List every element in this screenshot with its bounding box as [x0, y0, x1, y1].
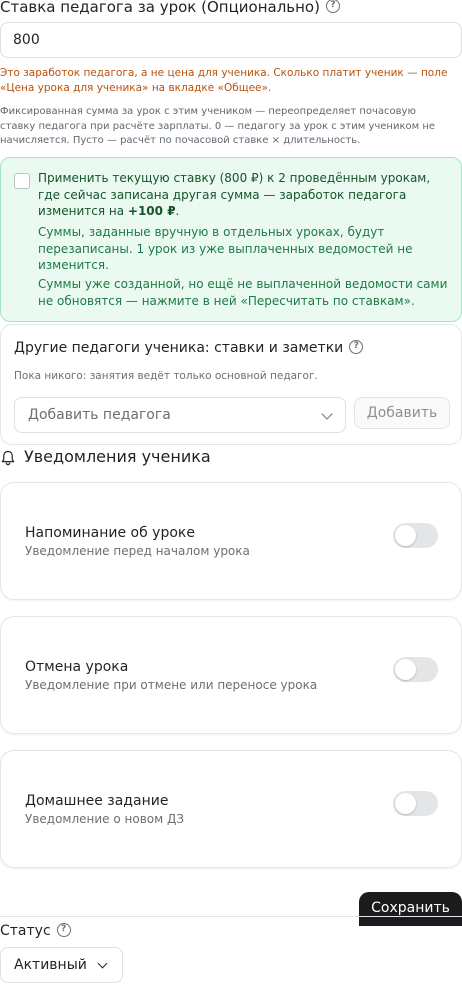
apply-rate-note-overwrite: Суммы, заданные вручную в отдельных урок… [38, 225, 413, 272]
save-button[interactable]: Сохранить [359, 892, 462, 926]
rate-hint-text: Фиксированная сумма за урок с этим учени… [0, 106, 436, 146]
notification-card-lesson-cancel: Отмена урока Уведомление при отмене или … [0, 616, 462, 734]
add-teacher-button[interactable]: Добавить [354, 397, 450, 429]
other-teachers-card: Другие педагоги ученика: ставки и заметк… [0, 324, 462, 445]
notification-title: Напоминание об уроке [25, 525, 195, 541]
other-teachers-empty-text: Пока никого: занятия ведёт только основн… [14, 370, 318, 382]
lesson-cancel-toggle[interactable] [393, 657, 438, 682]
apply-rate-text-suffix: . [175, 204, 180, 218]
notifications-title: Уведомления ученика [24, 447, 211, 466]
notification-description: Уведомление при отмене или переносе урок… [25, 678, 318, 692]
apply-rate-text-prefix: Применить текущую ставку (800 ₽) к 2 про… [38, 171, 431, 218]
bell-icon [1, 450, 15, 466]
rate-input[interactable] [0, 22, 462, 58]
notification-card-lesson-reminder: Напоминание об уроке Уведомление перед н… [0, 482, 462, 600]
apply-rate-note-payroll: Суммы уже созданной, но ещё не выплаченн… [38, 277, 448, 308]
status-select[interactable]: Активный [0, 947, 123, 983]
notification-description: Уведомление перед началом урока [25, 544, 250, 558]
status-select-value: Активный [14, 957, 87, 973]
apply-rate-checkbox[interactable] [14, 173, 30, 189]
add-teacher-select[interactable]: Добавить педагога [14, 397, 346, 433]
toggle-knob [395, 793, 416, 814]
help-icon[interactable]: ? [325, 0, 340, 13]
lesson-reminder-toggle[interactable] [393, 523, 438, 548]
help-icon[interactable]: ? [349, 340, 364, 354]
add-teacher-select-placeholder: Добавить педагога [28, 407, 171, 423]
other-teachers-title: Другие педагоги ученика: ставки и заметк… [14, 340, 364, 356]
toggle-knob [395, 659, 416, 680]
chevron-down-icon [321, 408, 333, 420]
toggle-knob [395, 525, 416, 546]
apply-rate-amount: +100 ₽ [127, 204, 176, 218]
apply-rate-notice: Применить текущую ставку (800 ₽) к 2 про… [0, 157, 462, 322]
other-teachers-title-text: Другие педагоги ученика: ставки и заметк… [14, 340, 344, 356]
chevron-down-icon [97, 958, 108, 969]
rate-field-label: Ставка педагога за урок (Опционально)? [0, 0, 340, 16]
notification-card-homework: Домашнее задание Уведомление о новом ДЗ [0, 750, 462, 868]
rate-warning-text: Это заработок педагога, а не цена для уч… [0, 67, 448, 94]
homework-toggle[interactable] [393, 791, 438, 816]
notification-title: Домашнее задание [25, 793, 169, 809]
status-label-text: Статус [0, 923, 51, 939]
apply-rate-text[interactable]: Применить текущую ставку (800 ₽) к 2 про… [38, 170, 438, 220]
status-label: Статус? [0, 923, 71, 939]
help-icon[interactable]: ? [56, 923, 71, 937]
notification-title: Отмена урока [25, 659, 129, 675]
notification-description: Уведомление о новом ДЗ [25, 812, 185, 826]
divider [0, 916, 462, 917]
rate-label-text: Ставка педагога за урок (Опционально) [0, 0, 320, 16]
